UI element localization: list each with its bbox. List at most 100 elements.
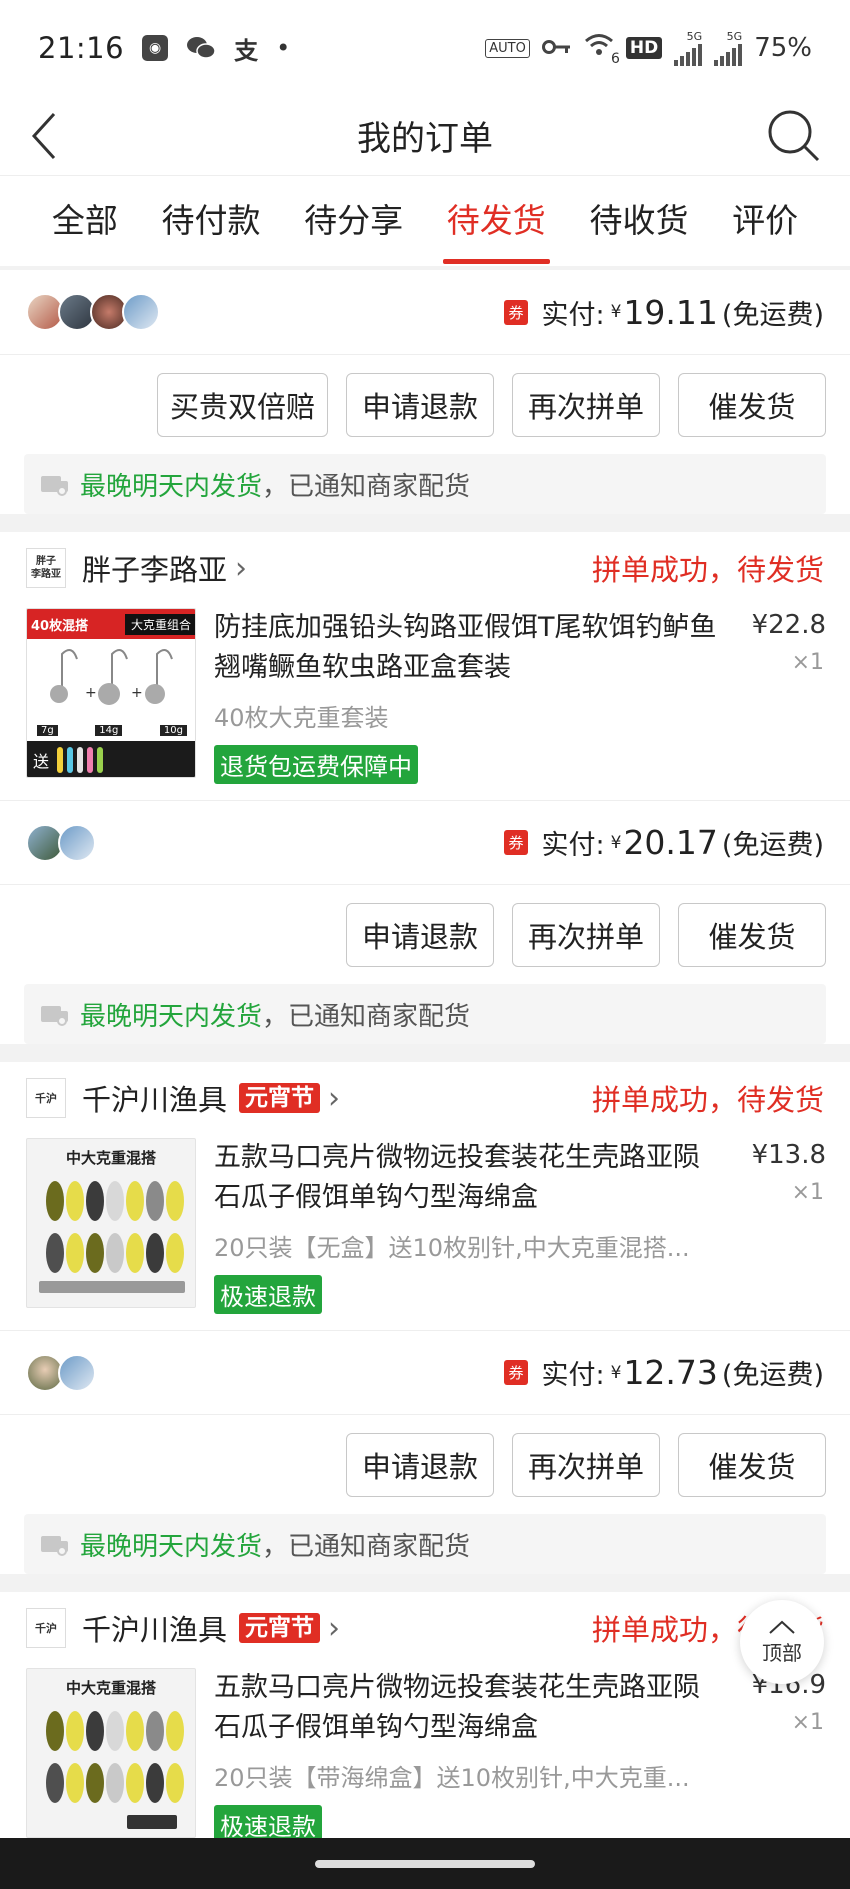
shipping-note: (免运费)	[721, 830, 824, 861]
chevron-right-icon: ›	[328, 1610, 341, 1646]
search-icon	[768, 110, 820, 162]
action-buttons: 申请退款 再次拼单 催发货	[0, 1414, 850, 1514]
group-avatars	[26, 823, 96, 862]
request-refund-button[interactable]: 申请退款	[346, 902, 494, 967]
shipping-notice-text: ，已通知商家配货	[262, 1531, 471, 1562]
goods-item[interactable]: 中大克重混搭 五款马口亮片微物远投套装花生壳路亚陨石瓜子假饵单钩勺型海绵盒 20…	[0, 1134, 850, 1330]
goods-spec: 20只装【带海绵盒】送10枚别针,中大克重...	[214, 1764, 690, 1792]
promo-badge: 元宵节	[239, 1083, 321, 1113]
goods-item[interactable]: 中大克重混搭 五款马口亮片微物远投套装花生壳路亚陨石瓜子假饵单钩勺型海绵盒 20…	[0, 1664, 850, 1840]
currency-symbol: ¥	[610, 1362, 622, 1383]
paid-amount: 20.17	[623, 823, 718, 862]
order-status: 拼单成功，待发货	[591, 1083, 824, 1117]
currency-symbol: ¥	[610, 302, 622, 322]
shop-header[interactable]: 千沪 千沪川渔具 元宵节 › 拼单成功，待发货	[0, 1592, 850, 1664]
goods-quantity: ×1	[791, 1180, 824, 1205]
shipping-deadline: 最晚明天内发货	[80, 1001, 263, 1032]
reorder-button[interactable]: 再次拼单	[512, 1432, 660, 1497]
goods-quantity: ×1	[791, 650, 824, 675]
urge-shipping-button[interactable]: 催发货	[678, 1432, 826, 1497]
chevron-left-icon	[31, 112, 56, 160]
dot-icon: •	[276, 34, 291, 62]
tab-pending-share[interactable]: 待分享	[300, 176, 407, 266]
tab-all[interactable]: 全部	[48, 176, 122, 266]
coupon-badge: 券	[504, 299, 528, 325]
thumb-weight-label: 14g	[95, 725, 123, 736]
order-card: 胖子 李路亚 胖子李路亚 › 拼单成功，待发货 40枚混搭 大克重组合 + + 7g…	[0, 532, 850, 1044]
chevron-right-icon: ›	[328, 1080, 341, 1116]
chevron-up-icon	[769, 1620, 795, 1634]
shop-logo: 千沪	[26, 1608, 66, 1648]
app-notification-icon: ◉	[142, 35, 169, 61]
action-buttons: 申请退款 再次拼单 催发货	[0, 884, 850, 984]
paid-label: 实付:	[541, 299, 605, 331]
wifi-icon: 6	[584, 32, 620, 67]
home-indicator-bar	[0, 1838, 850, 1889]
double-refund-button[interactable]: 买贵双倍赔	[156, 372, 328, 437]
nav-bar: 我的订单	[0, 96, 850, 176]
truck-icon	[41, 476, 68, 496]
avatar	[58, 823, 96, 862]
tab-pending-receipt[interactable]: 待收货	[585, 176, 692, 266]
goods-item[interactable]: 40枚混搭 大克重组合 + + 7g 14g 10g 送 防挂底加强铅头钩路亚假…	[0, 604, 850, 800]
tab-review[interactable]: 评价	[728, 176, 802, 266]
auto-hz-icon: AUTO	[485, 38, 530, 58]
goods-quantity: ×1	[791, 1710, 824, 1735]
spoon-lures-illustration	[46, 1711, 184, 1829]
search-button[interactable]	[762, 104, 826, 168]
goods-title: 五款马口亮片微物远投套装花生壳路亚陨石瓜子假饵单钩勺型海绵盒	[214, 1142, 700, 1213]
paid-label: 实付:	[541, 1360, 605, 1391]
truck-icon	[41, 1006, 68, 1026]
paid-amount: 12.73	[623, 1353, 718, 1392]
shipping-notice-text: ，已通知商家配货	[262, 471, 471, 502]
order-card: 千沪 千沪川渔具 元宵节 › 拼单成功，待发货 中大克重混搭 五款马口亮片微物远…	[0, 1062, 850, 1574]
back-button[interactable]	[24, 102, 84, 170]
goods-info: 防挂底加强铅头钩路亚假饵T尾软饵钓鲈鱼翘嘴鳜鱼软虫路亚盒套装 40枚大克重套装 …	[214, 608, 824, 784]
goods-guarantee-tag: 退货包运费保障中	[214, 745, 418, 784]
request-refund-button[interactable]: 申请退款	[346, 1432, 494, 1497]
thumb-badge: 40枚混搭	[31, 618, 89, 634]
thumb-weight-label: 10g	[159, 725, 187, 736]
shipping-notice: 最晚明天内发货 ，已通知商家配货	[24, 984, 826, 1044]
shop-name: 千沪川渔具	[82, 1613, 228, 1647]
action-buttons: 买贵双倍赔 申请退款 再次拼单 催发货	[0, 354, 850, 454]
back-to-top-label: 顶部	[762, 1640, 802, 1665]
avatar	[122, 293, 160, 331]
shop-header[interactable]: 千沪 千沪川渔具 元宵节 › 拼单成功，待发货	[0, 1062, 850, 1134]
goods-info: 五款马口亮片微物远投套装花生壳路亚陨石瓜子假饵单钩勺型海绵盒 20只装【带海绵盒…	[214, 1668, 824, 1840]
urge-shipping-button[interactable]: 催发货	[678, 372, 826, 437]
goods-title: 五款马口亮片微物远投套装花生壳路亚陨石瓜子假饵单钩勺型海绵盒	[214, 1672, 700, 1743]
tab-pending-shipment[interactable]: 待发货	[442, 176, 550, 266]
thumb-title: 中大克重混搭	[65, 1679, 156, 1697]
currency-symbol: ¥	[610, 832, 622, 853]
wechat-icon	[186, 35, 216, 61]
order-card: 券 实付: ¥ 19.11 (免运费) 买贵双倍赔 申请退款 再次拼单 催发货 …	[0, 270, 850, 514]
shop-name: 胖子李路亚	[82, 553, 228, 587]
back-to-top-button[interactable]: 顶部	[740, 1600, 824, 1684]
order-list[interactable]: 券 实付: ¥ 19.11 (免运费) 买贵双倍赔 申请退款 再次拼单 催发货 …	[0, 270, 850, 1840]
shipping-deadline: 最晚明天内发货	[80, 1531, 263, 1562]
reorder-button[interactable]: 再次拼单	[512, 902, 660, 967]
page-title: 我的订单	[357, 119, 493, 159]
hd-icon: HD	[625, 37, 663, 59]
paid-label: 实付:	[541, 830, 605, 861]
payment-row: 券 实付: ¥ 12.73 (免运费)	[0, 1330, 850, 1414]
product-thumbnail: 40枚混搭 大克重组合 + + 7g 14g 10g 送	[26, 608, 196, 778]
tab-pending-payment[interactable]: 待付款	[157, 176, 264, 266]
order-status: 拼单成功，待发货	[591, 553, 824, 587]
urge-shipping-button[interactable]: 催发货	[678, 902, 826, 967]
product-thumbnail: 中大克重混搭	[26, 1668, 196, 1838]
goods-price: ¥22.8	[751, 610, 826, 640]
request-refund-button[interactable]: 申请退款	[346, 372, 494, 437]
shipping-notice-text: ，已通知商家配货	[262, 1001, 471, 1032]
group-avatars	[26, 293, 160, 331]
jig-heads-illustration: + +	[50, 649, 173, 705]
promo-badge: 元宵节	[239, 1613, 321, 1643]
shop-header[interactable]: 胖子 李路亚 胖子李路亚 › 拼单成功，待发货	[0, 532, 850, 604]
shipping-notice: 最晚明天内发货 ，已通知商家配货	[24, 1514, 826, 1574]
shop-logo: 千沪	[26, 1078, 66, 1118]
reorder-button[interactable]: 再次拼单	[512, 372, 660, 437]
shipping-note: (免运费)	[721, 299, 824, 331]
home-gesture-pill[interactable]	[315, 1859, 535, 1868]
goods-spec: 40枚大克重套装	[214, 704, 389, 732]
